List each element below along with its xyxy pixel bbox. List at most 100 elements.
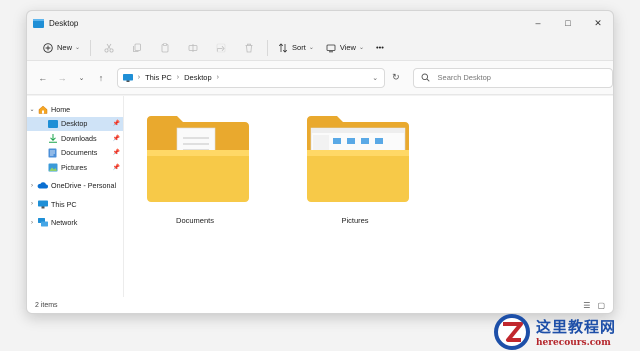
chevron-right-icon[interactable]: › bbox=[27, 183, 37, 189]
nav-item-this-pc[interactable]: › This PC bbox=[27, 197, 123, 212]
nav-home-label: Home bbox=[51, 104, 71, 114]
address-row: ← → ⌄ ↑ › This PC › Desktop › ⌄ ↻ Search… bbox=[27, 61, 613, 95]
chevron-right-icon[interactable]: › bbox=[27, 220, 37, 226]
maximize-button[interactable]: □ bbox=[553, 11, 583, 35]
watermark-url: herecours.com bbox=[536, 337, 611, 348]
file-list: Documents Pictures bbox=[124, 96, 613, 297]
search-placeholder: Search Desktop bbox=[437, 73, 491, 82]
details-view-icon[interactable]: ☰ bbox=[583, 301, 590, 310]
file-explorer-window: Desktop – □ ✕ New⌄ Sort⌄ View⌄ ••• ← bbox=[26, 10, 614, 314]
folder-item-pictures[interactable]: Pictures bbox=[295, 114, 415, 225]
address-dropdown-icon[interactable]: ⌄ bbox=[372, 74, 378, 82]
nav-item-documents[interactable]: Documents 📌 bbox=[27, 146, 123, 161]
breadcrumb-this-pc[interactable]: This PC bbox=[145, 73, 172, 82]
paste-icon bbox=[161, 42, 169, 52]
recent-locations-button[interactable]: ⌄ bbox=[72, 74, 91, 82]
pictures-icon bbox=[48, 163, 57, 172]
new-button[interactable]: New ⌄ bbox=[37, 38, 86, 58]
toolbar-divider bbox=[267, 39, 269, 56]
delete-icon bbox=[245, 43, 253, 52]
view-label: View bbox=[339, 43, 356, 52]
forward-button[interactable]: → bbox=[52, 73, 71, 83]
up-button[interactable]: ↑ bbox=[91, 73, 110, 83]
chevron-right-icon: › bbox=[176, 74, 180, 81]
desktop-icon bbox=[47, 119, 58, 128]
cloud-icon bbox=[37, 182, 48, 189]
chevron-right-icon: › bbox=[216, 74, 219, 81]
address-bar[interactable]: › This PC › Desktop › ⌄ bbox=[116, 67, 386, 88]
cut-button[interactable] bbox=[95, 43, 123, 53]
view-switcher: ☰ ▢ bbox=[583, 301, 605, 310]
scissors-icon bbox=[104, 43, 114, 53]
arrow-up-icon: ↑ bbox=[98, 72, 104, 83]
search-icon bbox=[421, 73, 430, 82]
chevron-down-icon: ⌄ bbox=[78, 74, 85, 82]
nav-item-downloads[interactable]: Downloads 📌 bbox=[27, 131, 123, 146]
folder-documents-icon bbox=[146, 116, 249, 202]
nav-item-onedrive[interactable]: › OneDrive - Personal bbox=[27, 179, 123, 194]
delete-button[interactable] bbox=[235, 43, 263, 53]
arrow-right-icon: → bbox=[57, 72, 67, 83]
item-count: 2 items bbox=[35, 301, 58, 309]
nav-item-home[interactable]: ⌄ Home bbox=[27, 102, 123, 117]
pin-icon[interactable]: 📌 bbox=[113, 149, 120, 156]
refresh-button[interactable]: ↻ bbox=[385, 72, 406, 83]
folder-pictures-icon bbox=[306, 116, 409, 202]
rename-button[interactable] bbox=[179, 43, 207, 53]
watermark-logo: 这里教程网 herecours.com bbox=[492, 312, 640, 351]
title-bar: Desktop – □ ✕ bbox=[27, 11, 613, 35]
chevron-down-icon[interactable]: ⌄ bbox=[27, 106, 37, 113]
more-options-button[interactable]: ••• bbox=[370, 38, 390, 58]
command-bar: New ⌄ Sort ⌄ View ⌄ ••• bbox=[27, 35, 613, 61]
more-icon: ••• bbox=[376, 43, 384, 52]
pin-icon[interactable]: 📌 bbox=[113, 164, 120, 171]
folder-label: Documents bbox=[176, 216, 214, 225]
nav-network-label: Network bbox=[51, 218, 78, 228]
folder-item-documents[interactable]: Documents bbox=[135, 114, 255, 225]
nav-this-pc-label: This PC bbox=[51, 199, 77, 209]
nav-documents-label: Documents bbox=[61, 148, 98, 158]
tiles-view-icon[interactable]: ▢ bbox=[597, 301, 605, 310]
view-button[interactable]: View ⌄ bbox=[320, 38, 370, 58]
sort-label: Sort bbox=[292, 43, 306, 52]
folder-label: Pictures bbox=[341, 216, 369, 225]
refresh-icon: ↻ bbox=[392, 72, 400, 82]
nav-item-desktop[interactable]: Desktop 📌 bbox=[27, 116, 123, 131]
search-input[interactable]: Search Desktop bbox=[412, 67, 613, 88]
chevron-down-icon: ⌄ bbox=[75, 45, 81, 51]
breadcrumb-desktop[interactable]: Desktop bbox=[184, 73, 212, 82]
arrow-left-icon: ← bbox=[38, 72, 48, 83]
new-label: New bbox=[57, 43, 73, 52]
desktop-folder-icon bbox=[33, 18, 44, 28]
toolbar-divider bbox=[90, 39, 92, 56]
pin-icon[interactable]: 📌 bbox=[113, 135, 120, 142]
view-icon bbox=[326, 44, 336, 52]
watermark-chinese-text: 这里教程网 bbox=[536, 317, 617, 336]
navigation-pane: ⌄ Home Desktop 📌 Downloads 📌 Documents 📌… bbox=[27, 96, 124, 297]
sort-button[interactable]: Sort ⌄ bbox=[272, 38, 320, 58]
chevron-right-icon[interactable]: › bbox=[27, 201, 37, 207]
copy-icon bbox=[133, 43, 141, 52]
sort-icon bbox=[278, 42, 288, 53]
plus-circle-icon bbox=[43, 42, 53, 53]
nav-onedrive-label: OneDrive - Personal bbox=[51, 181, 117, 191]
download-icon bbox=[48, 133, 57, 143]
chevron-down-icon: ⌄ bbox=[308, 45, 314, 51]
nav-item-network[interactable]: › Network bbox=[27, 216, 123, 231]
home-icon bbox=[38, 105, 47, 114]
minimize-button[interactable]: – bbox=[523, 11, 553, 35]
close-button[interactable]: ✕ bbox=[583, 11, 613, 35]
content-area: ⌄ Home Desktop 📌 Downloads 📌 Documents 📌… bbox=[27, 96, 613, 297]
documents-icon bbox=[48, 148, 57, 158]
share-button[interactable] bbox=[207, 43, 235, 53]
nav-item-pictures[interactable]: Pictures 📌 bbox=[27, 160, 123, 175]
paste-button[interactable] bbox=[151, 42, 179, 53]
share-icon bbox=[216, 43, 226, 52]
nav-desktop-label: Desktop bbox=[61, 119, 88, 129]
monitor-icon bbox=[37, 200, 48, 209]
back-button[interactable]: ← bbox=[33, 73, 52, 83]
nav-pictures-label: Pictures bbox=[61, 162, 87, 172]
chevron-down-icon: ⌄ bbox=[358, 45, 364, 51]
copy-button[interactable] bbox=[123, 43, 151, 53]
pin-icon[interactable]: 📌 bbox=[113, 120, 120, 127]
